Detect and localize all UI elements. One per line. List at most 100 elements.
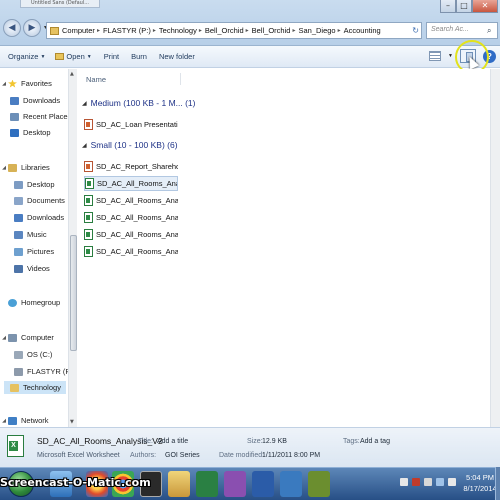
nav-technology[interactable]: Technology <box>4 381 66 394</box>
breadcrumb-flastyr[interactable]: FLASTYR (P:) <box>103 26 151 35</box>
nav-music[interactable]: Music <box>10 228 47 241</box>
nav-network[interactable]: ◢ Network <box>0 414 49 427</box>
nav-label: Network <box>21 416 49 425</box>
tags-field[interactable]: Add a tag <box>360 438 390 445</box>
group-label: Medium (100 KB - 1 M... (1) <box>90 98 196 108</box>
clock-date: 8/17/2014 <box>463 484 497 493</box>
breadcrumb-separator[interactable]: ▸ <box>97 27 100 34</box>
powerpoint-file-icon <box>84 161 93 172</box>
refresh-icon[interactable]: ↻ <box>412 26 419 35</box>
homegroup-icon <box>8 298 17 307</box>
show-hidden-icons-icon[interactable] <box>400 478 408 486</box>
nav-computer[interactable]: ◢ Computer <box>0 331 54 344</box>
nav-documents[interactable]: Documents <box>10 194 65 207</box>
scroll-up-icon[interactable]: ▲ <box>70 71 74 77</box>
breadcrumb-separator[interactable]: ▸ <box>338 27 341 34</box>
list-item[interactable]: SD_AC_Report_Shareholders <box>84 159 178 174</box>
print-button[interactable]: Print <box>104 52 119 61</box>
flag-icon[interactable] <box>424 478 432 486</box>
group-header-medium[interactable]: ◢ Medium (100 KB - 1 M... (1) <box>82 98 196 108</box>
nav-recent-places[interactable]: Recent Places <box>10 110 70 123</box>
taskbar-app-icon[interactable] <box>308 471 330 497</box>
expand-icon[interactable]: ◢ <box>0 418 8 424</box>
navigation-pane: ◢ Favorites Downloads Recent Places Deskt… <box>0 69 70 427</box>
nav-label: Pictures <box>27 247 55 256</box>
network-status-icon[interactable] <box>436 478 444 486</box>
nav-os-c[interactable]: OS (C:) <box>10 348 52 361</box>
change-view-icon[interactable] <box>429 51 442 61</box>
chevron-down-icon[interactable]: ▼ <box>448 53 453 59</box>
forward-button[interactable]: ▶ <box>23 19 41 37</box>
nav-downloads[interactable]: Downloads <box>10 94 60 107</box>
nav-flastyr-p[interactable]: FLASTYR (P:) <box>10 365 70 378</box>
file-pane-scrollbar[interactable] <box>490 69 500 427</box>
expand-icon[interactable]: ◢ <box>0 81 8 87</box>
nav-label: Computer <box>21 333 54 342</box>
breadcrumb-separator[interactable]: ▸ <box>292 27 295 34</box>
breadcrumb-computer[interactable]: Computer <box>62 26 95 35</box>
open-menu[interactable]: Open ▼ <box>55 52 92 61</box>
scrollbar-thumb[interactable] <box>70 235 77 351</box>
breadcrumb-technology[interactable]: Technology <box>159 26 197 35</box>
authors-field[interactable]: GOI Series <box>165 452 200 459</box>
new-folder-button[interactable]: New folder <box>159 52 195 61</box>
nav-lib-downloads[interactable]: Downloads <box>10 211 64 224</box>
word-app-icon[interactable] <box>252 471 274 497</box>
date-modified-value: 1/11/2011 8:00 PM <box>262 452 321 459</box>
breadcrumb-accounting[interactable]: Accounting <box>344 26 381 35</box>
back-button[interactable]: ◀ <box>3 19 21 37</box>
nav-favorites[interactable]: ◢ Favorites <box>0 77 52 90</box>
scroll-down-icon[interactable]: ▼ <box>70 419 74 425</box>
breadcrumb-separator[interactable]: ▸ <box>153 27 156 34</box>
details-file-type: Microsoft Excel Worksheet <box>37 452 120 459</box>
collapse-icon[interactable]: ◢ <box>82 100 87 107</box>
organize-menu[interactable]: Organize ▼ <box>8 52 45 61</box>
list-item[interactable]: SD_AC_All_Rooms_Analysis_V2 <box>84 244 178 259</box>
breadcrumb-separator[interactable]: ▸ <box>246 27 249 34</box>
documents-icon <box>14 196 23 205</box>
close-button[interactable]: ✕ <box>472 0 498 13</box>
column-header-name[interactable]: Name <box>86 75 106 84</box>
collapse-icon[interactable]: ◢ <box>82 142 87 149</box>
list-item[interactable]: SD_AC_All_Rooms_Analysis <box>84 227 178 242</box>
nav-desktop[interactable]: Desktop <box>10 126 51 139</box>
breadcrumb-bell-orchid[interactable]: Bell_Orchid <box>205 26 244 35</box>
system-clock[interactable]: 5:04 PM 8/17/2014 <box>462 472 498 494</box>
nav-scrollbar[interactable]: ▲ ▼ <box>68 69 77 427</box>
column-divider[interactable] <box>180 73 181 85</box>
tray-app-icon[interactable] <box>412 478 420 486</box>
taskbar-app-icon[interactable] <box>224 471 246 497</box>
list-item-selected[interactable]: SD_AC_All_Rooms_Analysis_V2 <box>84 176 178 191</box>
nav-label: FLASTYR (P:) <box>27 367 70 376</box>
address-bar[interactable]: Computer ▸ FLASTYR (P:) ▸ Technology ▸ Bell… <box>46 22 422 39</box>
breadcrumb-san-diego[interactable]: San_Diego <box>298 26 335 35</box>
search-icon[interactable]: ⌕ <box>487 26 498 36</box>
minimize-button[interactable]: – <box>440 0 456 13</box>
list-item[interactable]: SD_AC_Loan Presentation <box>84 117 178 132</box>
list-item[interactable]: SD_AC_All_Rooms_Analysis_V2 <box>84 210 178 225</box>
group-header-small[interactable]: ◢ Small (10 - 100 KB) (6) <box>82 140 178 150</box>
show-desktop-button[interactable] <box>495 467 500 500</box>
nav-pictures[interactable]: Pictures <box>10 245 54 258</box>
nav-videos[interactable]: Videos <box>10 262 50 275</box>
excel-app-icon[interactable] <box>196 471 218 497</box>
file-explorer-icon[interactable] <box>168 471 190 497</box>
volume-icon[interactable] <box>448 478 456 486</box>
breadcrumb-separator[interactable]: ▸ <box>199 27 202 34</box>
nav-libraries[interactable]: ◢ Libraries <box>0 161 50 174</box>
outlook-app-icon[interactable] <box>280 471 302 497</box>
maximize-button[interactable]: □ <box>456 0 472 13</box>
file-name: SD_AC_All_Rooms_Analysis_V1 <box>96 196 178 205</box>
expand-icon[interactable]: ◢ <box>0 165 8 171</box>
list-item[interactable]: SD_AC_All_Rooms_Analysis_V1 <box>84 193 178 208</box>
background-window-tab[interactable]: Untitled Sans (Defaul... <box>20 0 100 8</box>
title-field[interactable]: Add a title <box>157 438 188 445</box>
window-titlebar: Untitled Sans (Defaul... – □ ✕ ◀ ▶ ▾ Com… <box>0 0 500 46</box>
nav-homegroup[interactable]: Homegroup <box>0 296 60 309</box>
burn-button[interactable]: Burn <box>131 52 147 61</box>
nav-lib-desktop[interactable]: Desktop <box>10 178 55 191</box>
nav-label: Favorites <box>21 79 52 88</box>
expand-icon[interactable]: ◢ <box>0 335 8 341</box>
breadcrumb-bell-orchid-2[interactable]: Bell_Orchid <box>252 26 291 35</box>
clock-time: 5:04 PM <box>466 473 494 482</box>
